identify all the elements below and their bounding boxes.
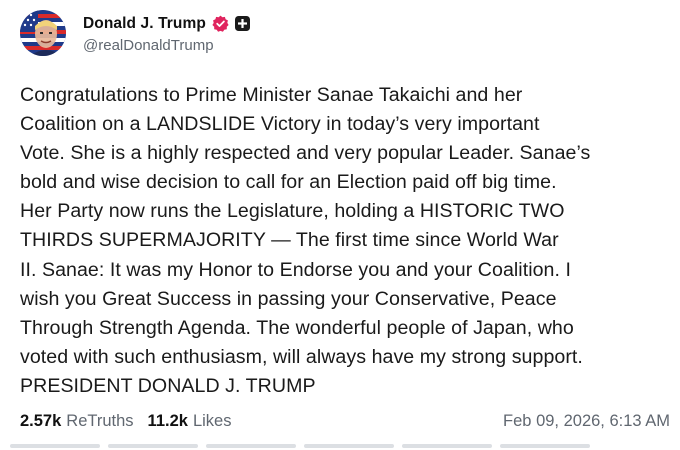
bottom-divider — [0, 444, 680, 450]
post-text: Congratulations to Prime Minister Sanae … — [20, 84, 591, 397]
display-name[interactable]: Donald J. Trump — [83, 15, 206, 33]
divider-segment — [500, 444, 590, 448]
flag-portrait-icon — [20, 10, 66, 56]
retruths-count: 2.57k — [20, 411, 62, 430]
likes-stat[interactable]: 11.2k Likes — [148, 412, 232, 431]
post-timestamp[interactable]: Feb 09, 2026, 6:13 AM — [503, 412, 670, 431]
divider-segment — [304, 444, 394, 448]
post-header: Donald J. Trump @realDonaldTrump — [20, 10, 251, 56]
divider-segment — [402, 444, 492, 448]
truth-post: Donald J. Trump @realDonaldTrump Congrat… — [0, 0, 680, 450]
likes-count: 11.2k — [147, 411, 188, 430]
divider-segment — [206, 444, 296, 448]
retruths-stat[interactable]: 2.57k ReTruths — [20, 412, 134, 431]
author-handle[interactable]: @realDonaldTrump — [83, 37, 251, 54]
avatar[interactable] — [20, 10, 66, 56]
divider-segment — [108, 444, 198, 448]
divider-segment — [10, 444, 100, 448]
verified-check-icon — [212, 15, 229, 32]
retruths-label: ReTruths — [66, 411, 134, 430]
likes-label: Likes — [192, 411, 232, 430]
post-footer: 2.57k ReTruths 11.2k Likes Feb 09, 2026,… — [20, 410, 670, 432]
author-names: Donald J. Trump @realDonaldTrump — [83, 13, 251, 54]
plus-badge-icon — [234, 15, 251, 32]
name-row: Donald J. Trump — [83, 13, 251, 35]
